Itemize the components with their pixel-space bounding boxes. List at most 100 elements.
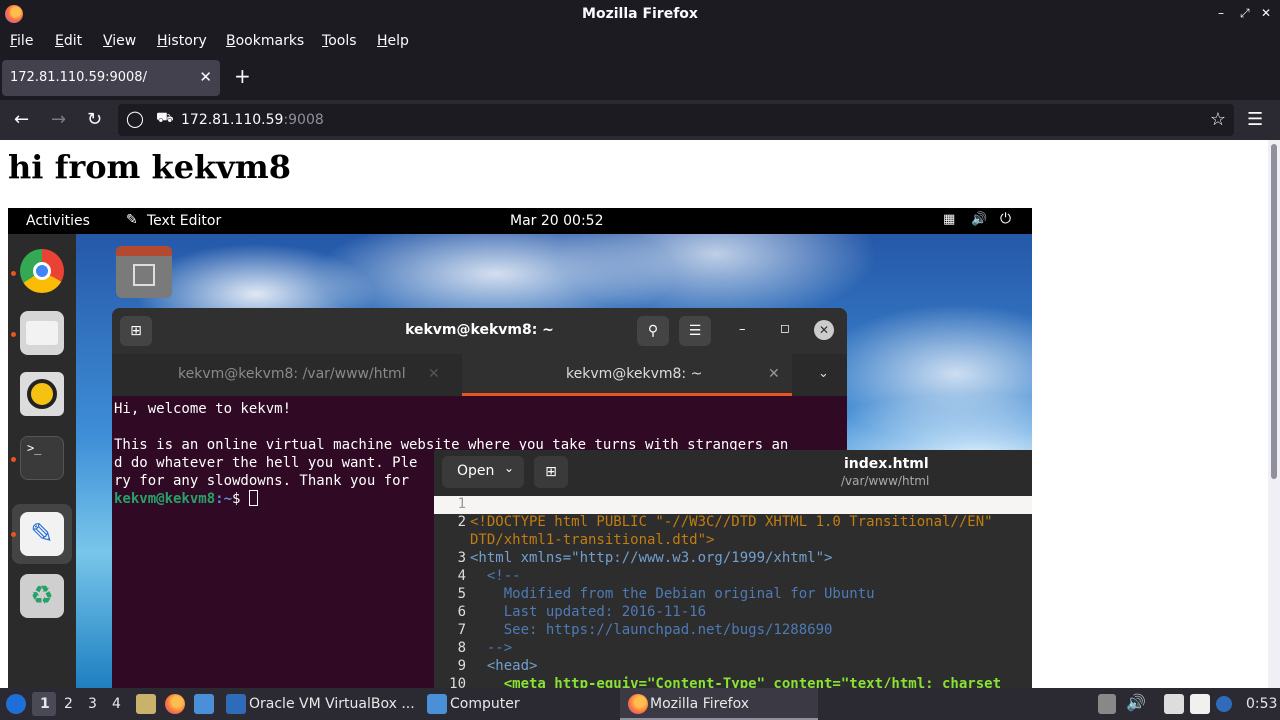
tray-clock[interactable]: 0:53 bbox=[1246, 696, 1277, 712]
terminal-cursor bbox=[248, 490, 258, 506]
new-document-icon[interactable]: ⊞ bbox=[534, 456, 568, 488]
restore-icon[interactable]: ⤢ bbox=[1240, 6, 1250, 21]
clock[interactable]: Mar 20 00:52 bbox=[510, 213, 603, 229]
terminal-maximize-icon[interactable]: ◻ bbox=[780, 321, 790, 335]
tab-title: 172.81.110.59:9008/ bbox=[10, 70, 147, 85]
close-window-icon[interactable]: ✕ bbox=[1261, 6, 1271, 20]
terminal-minimize-icon[interactable]: – bbox=[739, 322, 746, 337]
code-line: <!-- bbox=[470, 568, 521, 584]
workspace-3[interactable]: 3 bbox=[88, 696, 97, 712]
power-icon[interactable]: ⏻ bbox=[1000, 211, 1011, 227]
workspace-1[interactable]: 1 bbox=[40, 696, 50, 712]
file-manager-launcher-icon[interactable] bbox=[136, 694, 156, 714]
tray-update-icon[interactable] bbox=[1216, 696, 1232, 712]
tray-arrow-icon[interactable] bbox=[1098, 694, 1116, 714]
back-icon[interactable]: ← bbox=[14, 109, 29, 130]
url-bar[interactable]: ◯ ⛟ 172.81.110.59:9008 ☆ bbox=[118, 104, 1234, 136]
terminal-line: Hi, welcome to kekvm! bbox=[114, 401, 292, 417]
chevron-down-icon: ⌄ bbox=[504, 461, 515, 475]
bookmark-star-icon[interactable]: ☆ bbox=[1210, 109, 1226, 130]
rhythmbox-icon[interactable] bbox=[20, 372, 64, 416]
tray-display-icon[interactable] bbox=[1164, 694, 1184, 714]
prompt-user: kekvm@kekvm8 bbox=[114, 491, 216, 507]
editor-code-area[interactable]: 1 2 <!DOCTYPE html PUBLIC "-//W3C//DTD X… bbox=[434, 496, 1032, 688]
terminal-search-icon[interactable]: ⚲ bbox=[637, 316, 669, 346]
code-line: <!DOCTYPE html PUBLIC "-//W3C//DTD XHTML… bbox=[470, 514, 993, 530]
page-heading: hi from kekvm8 bbox=[8, 148, 291, 186]
trash-icon[interactable]: ♻ bbox=[20, 574, 64, 618]
running-indicator bbox=[11, 457, 16, 462]
forward-icon[interactable]: → bbox=[51, 109, 66, 130]
line-number: 5 bbox=[457, 586, 466, 602]
activities-button[interactable]: Activities bbox=[26, 213, 90, 229]
terminal-icon[interactable]: >_ bbox=[20, 436, 64, 480]
hamburger-menu-icon[interactable]: ☰ bbox=[1247, 109, 1263, 130]
line-number: 6 bbox=[457, 604, 466, 620]
terminal-close-icon[interactable]: ✕ bbox=[814, 320, 834, 340]
ubuntu-dock: >_ ✎ ♻ bbox=[8, 234, 76, 688]
files-folder bbox=[26, 321, 58, 345]
code-line: <meta http-equiv="Content-Type" content=… bbox=[470, 676, 1002, 688]
menu-help[interactable]: Help bbox=[377, 33, 409, 49]
workspace-4[interactable]: 4 bbox=[112, 696, 121, 712]
menu-view[interactable]: View bbox=[103, 33, 136, 49]
shield-icon[interactable]: ◯ bbox=[126, 109, 144, 128]
tab-active[interactable]: 172.81.110.59:9008/ ✕ bbox=[2, 60, 220, 96]
host-taskbar: 1 2 3 4 Oracle VM VirtualBox ... Compute… bbox=[0, 688, 1280, 720]
home-folder-icon[interactable] bbox=[116, 246, 172, 298]
url-port: :9008 bbox=[283, 112, 324, 128]
editor-filepath: /var/www/html bbox=[841, 474, 930, 488]
menu-tools[interactable]: Tools bbox=[322, 33, 357, 49]
close-tab-icon[interactable]: ✕ bbox=[199, 68, 212, 86]
url-text: 172.81.110.59:9008 bbox=[181, 112, 324, 128]
app-menu-label[interactable]: Text Editor bbox=[147, 213, 221, 229]
line-number: 9 bbox=[457, 658, 466, 674]
terminal-menu-icon[interactable]: ☰ bbox=[679, 316, 711, 346]
chrome-icon[interactable] bbox=[20, 249, 64, 293]
task-firefox[interactable]: Mozilla Firefox bbox=[650, 696, 749, 712]
terminal-title: kekvm@kekvm8: ~ bbox=[405, 322, 554, 338]
tray-clipboard-icon[interactable] bbox=[1190, 694, 1210, 714]
files-icon[interactable] bbox=[20, 311, 64, 355]
prompt-path: :~ bbox=[215, 491, 233, 507]
lock-icon[interactable]: ⛟ bbox=[156, 110, 174, 128]
url-host: 172.81.110.59 bbox=[181, 112, 284, 128]
network-icon[interactable]: ▦ bbox=[943, 212, 955, 227]
code-line: DTD/xhtml1-transitional.dtd"> bbox=[470, 532, 715, 548]
open-button-label: Open bbox=[457, 463, 495, 479]
task-virtualbox[interactable]: Oracle VM VirtualBox ... bbox=[249, 696, 415, 712]
volume-icon[interactable]: 🔊 bbox=[971, 212, 987, 227]
task-computer[interactable]: Computer bbox=[450, 696, 520, 712]
minimize-icon[interactable]: – bbox=[1218, 6, 1224, 20]
scrollbar-thumb[interactable] bbox=[1271, 144, 1277, 479]
reload-icon[interactable]: ↻ bbox=[87, 109, 102, 130]
code-line: Last updated: 2016-11-16 bbox=[470, 604, 707, 620]
terminal-tab-1-label: kekvm@kekvm8: /var/www/html bbox=[178, 366, 406, 382]
terminal-tab-1[interactable]: kekvm@kekvm8: /var/www/html ✕ bbox=[112, 354, 462, 396]
firefox-launcher-icon[interactable] bbox=[165, 694, 185, 714]
code-line: --> bbox=[470, 640, 513, 656]
terminal-tab-dropdown-icon[interactable]: ⌄ bbox=[818, 366, 829, 381]
text-editor-icon[interactable]: ✎ bbox=[20, 512, 64, 556]
menu-history[interactable]: History bbox=[157, 33, 207, 49]
workspace-2[interactable]: 2 bbox=[64, 696, 73, 712]
text-editor-window[interactable]: Open ⌄ ⊞ index.html /var/www/html 1 2 <!… bbox=[434, 450, 1032, 688]
terminal-tab-2[interactable]: kekvm@kekvm8: ~ ✕ bbox=[462, 354, 792, 396]
start-menu-icon[interactable] bbox=[6, 694, 26, 714]
line-number: 8 bbox=[457, 640, 466, 656]
virtualbox-icon bbox=[226, 694, 246, 714]
line-number: 2 bbox=[457, 514, 466, 530]
code-line: <head> bbox=[470, 658, 538, 674]
new-tab-icon[interactable]: + bbox=[234, 64, 251, 88]
vm-screen[interactable]: Activities ✎ Text Editor Mar 20 00:52 ▦ … bbox=[8, 208, 1032, 688]
tray-volume-icon[interactable]: 🔊 bbox=[1126, 693, 1146, 712]
terminal-tab-1-close-icon[interactable]: ✕ bbox=[428, 366, 440, 382]
menu-file[interactable]: File bbox=[10, 33, 33, 49]
terminal-tab-2-close-icon[interactable]: ✕ bbox=[768, 366, 780, 382]
folder-launcher-icon[interactable] bbox=[194, 694, 214, 714]
terminal-tab-2-label: kekvm@kekvm8: ~ bbox=[566, 366, 703, 382]
menu-edit[interactable]: Edit bbox=[55, 33, 82, 49]
menu-bookmarks[interactable]: Bookmarks bbox=[226, 33, 304, 49]
page-scrollbar[interactable] bbox=[1268, 140, 1280, 688]
open-button[interactable]: Open ⌄ bbox=[442, 456, 524, 488]
